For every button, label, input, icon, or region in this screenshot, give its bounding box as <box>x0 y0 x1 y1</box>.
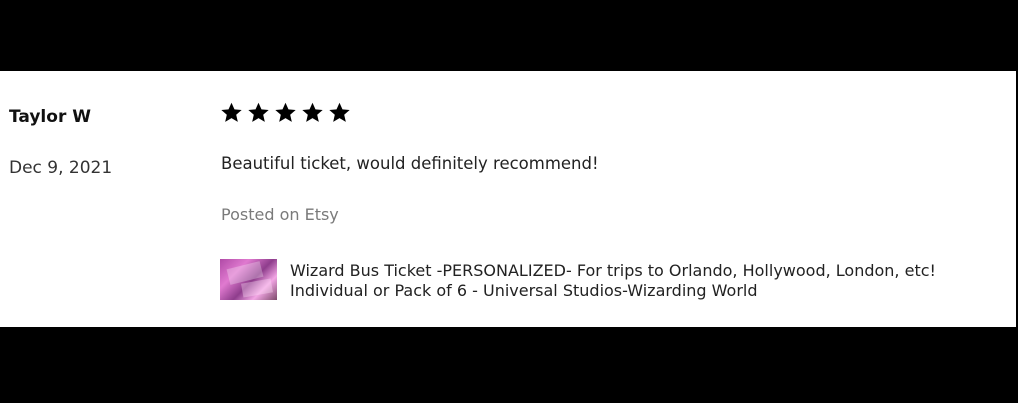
review-card: Taylor W Dec 9, 2021 Beautiful ticket, w… <box>0 71 1016 327</box>
star-icon <box>247 101 270 124</box>
star-icon <box>220 101 243 124</box>
reviewer-name[interactable]: Taylor W <box>9 107 91 127</box>
product-title-line-1[interactable]: Wizard Bus Ticket -PERSONALIZED- For tri… <box>290 261 936 281</box>
star-icon <box>301 101 324 124</box>
product-title-line-2[interactable]: Individual or Pack of 6 - Universal Stud… <box>290 281 936 301</box>
star-icon <box>328 101 351 124</box>
product-title[interactable]: Wizard Bus Ticket -PERSONALIZED- For tri… <box>290 261 936 301</box>
product-link[interactable]: Wizard Bus Ticket -PERSONALIZED- For tri… <box>220 259 936 301</box>
star-icon <box>274 101 297 124</box>
screenshot-frame: Taylor W Dec 9, 2021 Beautiful ticket, w… <box>0 0 1018 403</box>
posted-on-label: Posted on Etsy <box>221 205 339 224</box>
review-text: Beautiful ticket, would definitely recom… <box>221 154 599 173</box>
star-rating <box>220 101 351 124</box>
review-date: Dec 9, 2021 <box>9 158 113 178</box>
product-thumbnail-image[interactable] <box>220 259 277 300</box>
